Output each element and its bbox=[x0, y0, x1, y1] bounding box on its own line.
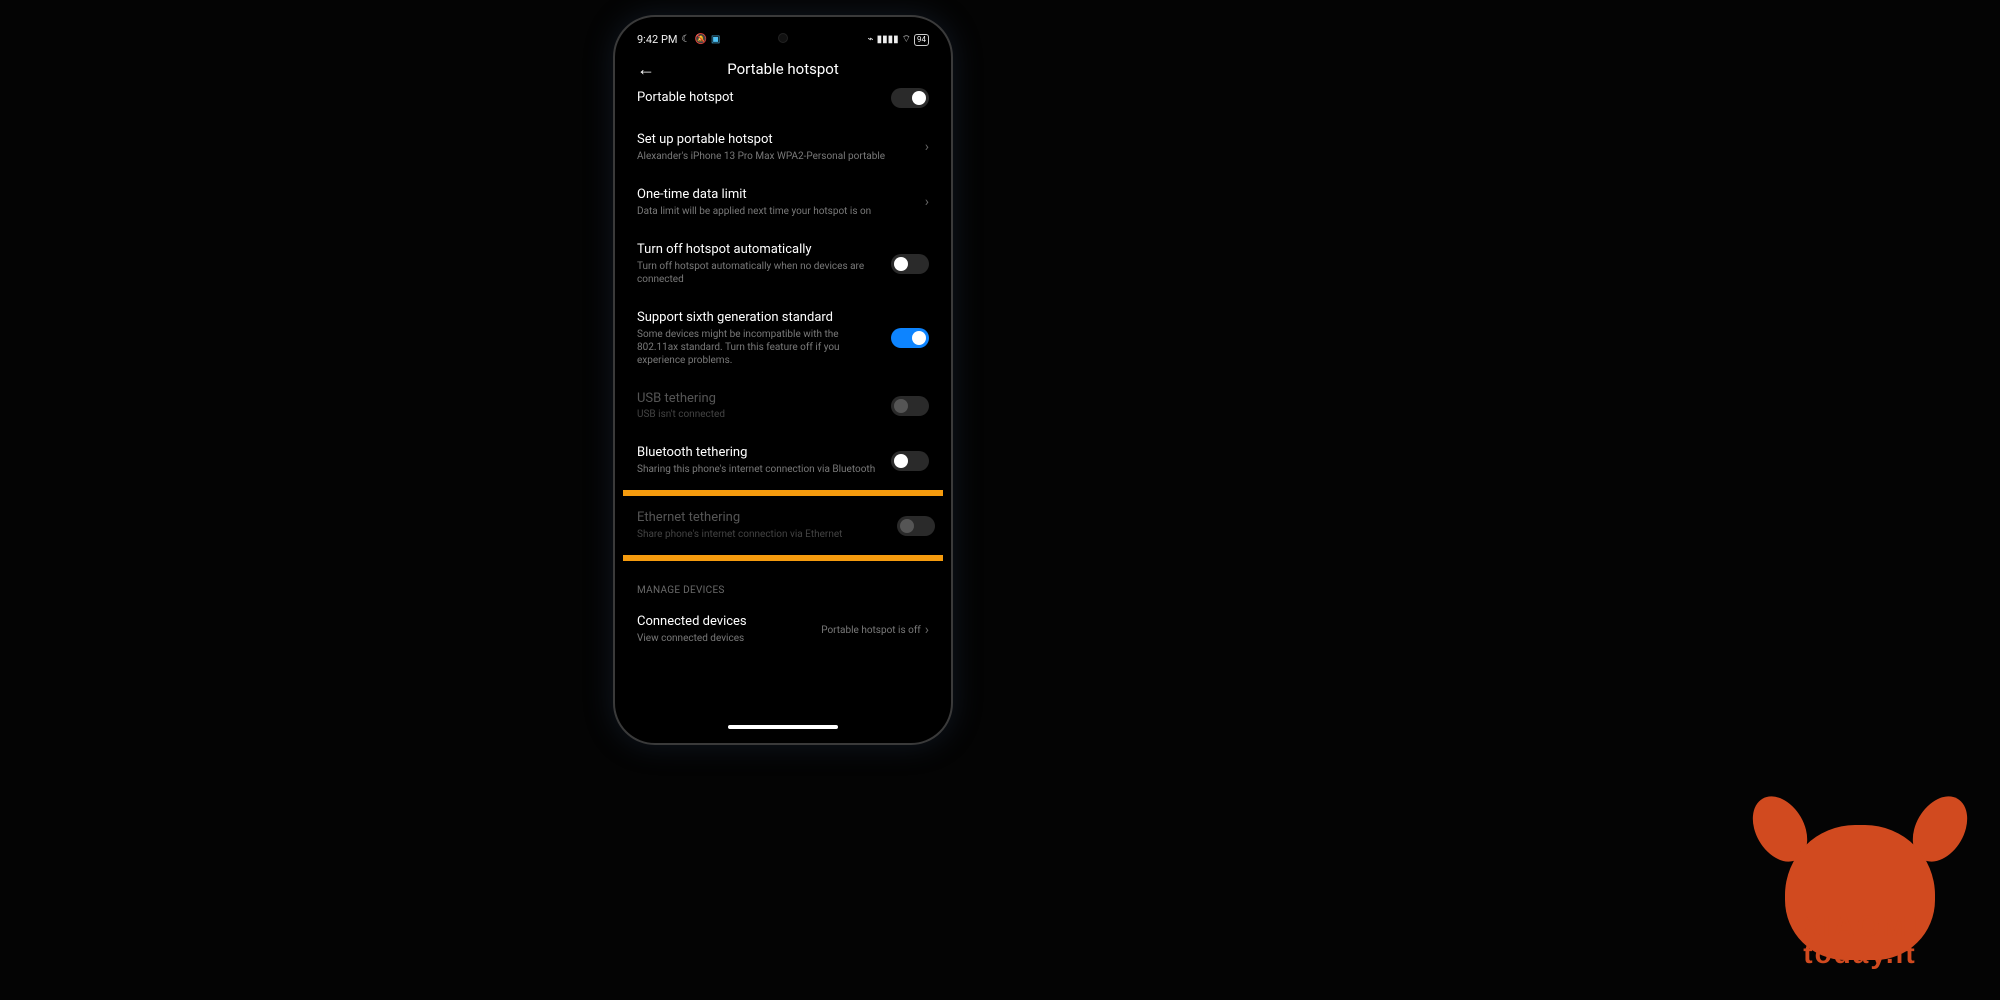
toggle-bluetooth-tethering[interactable] bbox=[891, 451, 929, 471]
setting-usb-tethering: USB tethering USB isn't connected bbox=[637, 379, 929, 434]
home-indicator[interactable] bbox=[728, 725, 838, 729]
volume-button bbox=[951, 137, 953, 187]
page-header: ← Portable hotspot bbox=[623, 46, 943, 88]
setting-title: Portable hotspot bbox=[637, 90, 881, 107]
setting-bluetooth-tethering[interactable]: Bluetooth tethering Sharing this phone's… bbox=[637, 433, 929, 488]
bluetooth-icon: ⌁ bbox=[868, 34, 874, 45]
chevron-right-icon: › bbox=[925, 194, 929, 210]
setting-subtitle: View connected devices bbox=[637, 632, 811, 645]
watermark: XIAOMI today.it bbox=[1750, 780, 1970, 970]
setting-setup-hotspot[interactable]: Set up portable hotspot Alexander's iPho… bbox=[637, 120, 929, 175]
phone-frame: 9:42 PM ☾ 🔕 ▣ ⌁ ▮▮▮▮ ⌔ 94 ← Portable hot… bbox=[613, 15, 953, 745]
setting-subtitle: USB isn't connected bbox=[637, 408, 881, 421]
toggle-sixth-gen[interactable] bbox=[891, 328, 929, 348]
setting-portable-hotspot[interactable]: Portable hotspot bbox=[637, 88, 929, 120]
toggle-portable-hotspot[interactable] bbox=[891, 88, 929, 108]
setting-title: USB tethering bbox=[637, 391, 881, 408]
settings-list: Portable hotspot Set up portable hotspot… bbox=[623, 88, 943, 488]
setting-subtitle: Data limit will be applied next time you… bbox=[637, 205, 915, 218]
chevron-right-icon: › bbox=[925, 622, 929, 638]
setting-title: Turn off hotspot automatically bbox=[637, 242, 881, 259]
camera-hole bbox=[778, 33, 788, 43]
setting-sixth-gen[interactable]: Support sixth generation standard Some d… bbox=[637, 298, 929, 379]
setting-subtitle: Sharing this phone's internet connection… bbox=[637, 463, 881, 476]
setting-title: Set up portable hotspot bbox=[637, 132, 915, 149]
page-title: Portable hotspot bbox=[637, 60, 929, 78]
status-time: 9:42 PM bbox=[637, 33, 677, 46]
toggle-auto-off[interactable] bbox=[891, 254, 929, 274]
highlighted-ethernet-tethering: Ethernet tethering Share phone's interne… bbox=[623, 490, 943, 561]
power-button bbox=[951, 277, 953, 357]
wifi-icon: ⌔ bbox=[902, 33, 911, 46]
app-icon: ▣ bbox=[711, 34, 720, 45]
dnd-icon: ☾ bbox=[681, 34, 690, 45]
phone-screen: 9:42 PM ☾ 🔕 ▣ ⌁ ▮▮▮▮ ⌔ 94 ← Portable hot… bbox=[623, 25, 943, 735]
toggle-usb-tethering bbox=[891, 396, 929, 416]
back-arrow-icon[interactable]: ← bbox=[637, 59, 655, 80]
setting-subtitle: Share phone's internet connection via Et… bbox=[637, 528, 887, 541]
setting-title: Bluetooth tethering bbox=[637, 445, 881, 462]
chevron-right-icon: › bbox=[925, 139, 929, 155]
signal-icon: ▮▮▮▮ bbox=[877, 34, 899, 45]
setting-subtitle: Alexander's iPhone 13 Pro Max WPA2-Perso… bbox=[637, 150, 915, 163]
setting-title: Ethernet tethering bbox=[637, 510, 887, 527]
watermark-brand: XIAOMI bbox=[1750, 910, 1970, 944]
setting-title: One-time data limit bbox=[637, 187, 915, 204]
setting-title: Connected devices bbox=[637, 614, 811, 631]
setting-auto-off[interactable]: Turn off hotspot automatically Turn off … bbox=[637, 230, 929, 298]
mute-icon: 🔕 bbox=[694, 34, 706, 45]
setting-data-limit[interactable]: One-time data limit Data limit will be a… bbox=[637, 175, 929, 230]
battery-icon: 94 bbox=[914, 34, 929, 46]
setting-subtitle: Some devices might be incompatible with … bbox=[637, 328, 881, 367]
toggle-ethernet-tethering bbox=[897, 516, 935, 536]
setting-connected-devices[interactable]: Connected devices View connected devices… bbox=[637, 602, 929, 657]
setting-subtitle: Turn off hotspot automatically when no d… bbox=[637, 260, 881, 286]
section-header-manage-devices: MANAGE DEVICES bbox=[623, 563, 943, 602]
status-text: Portable hotspot is off bbox=[821, 624, 921, 637]
setting-title: Support sixth generation standard bbox=[637, 310, 881, 327]
